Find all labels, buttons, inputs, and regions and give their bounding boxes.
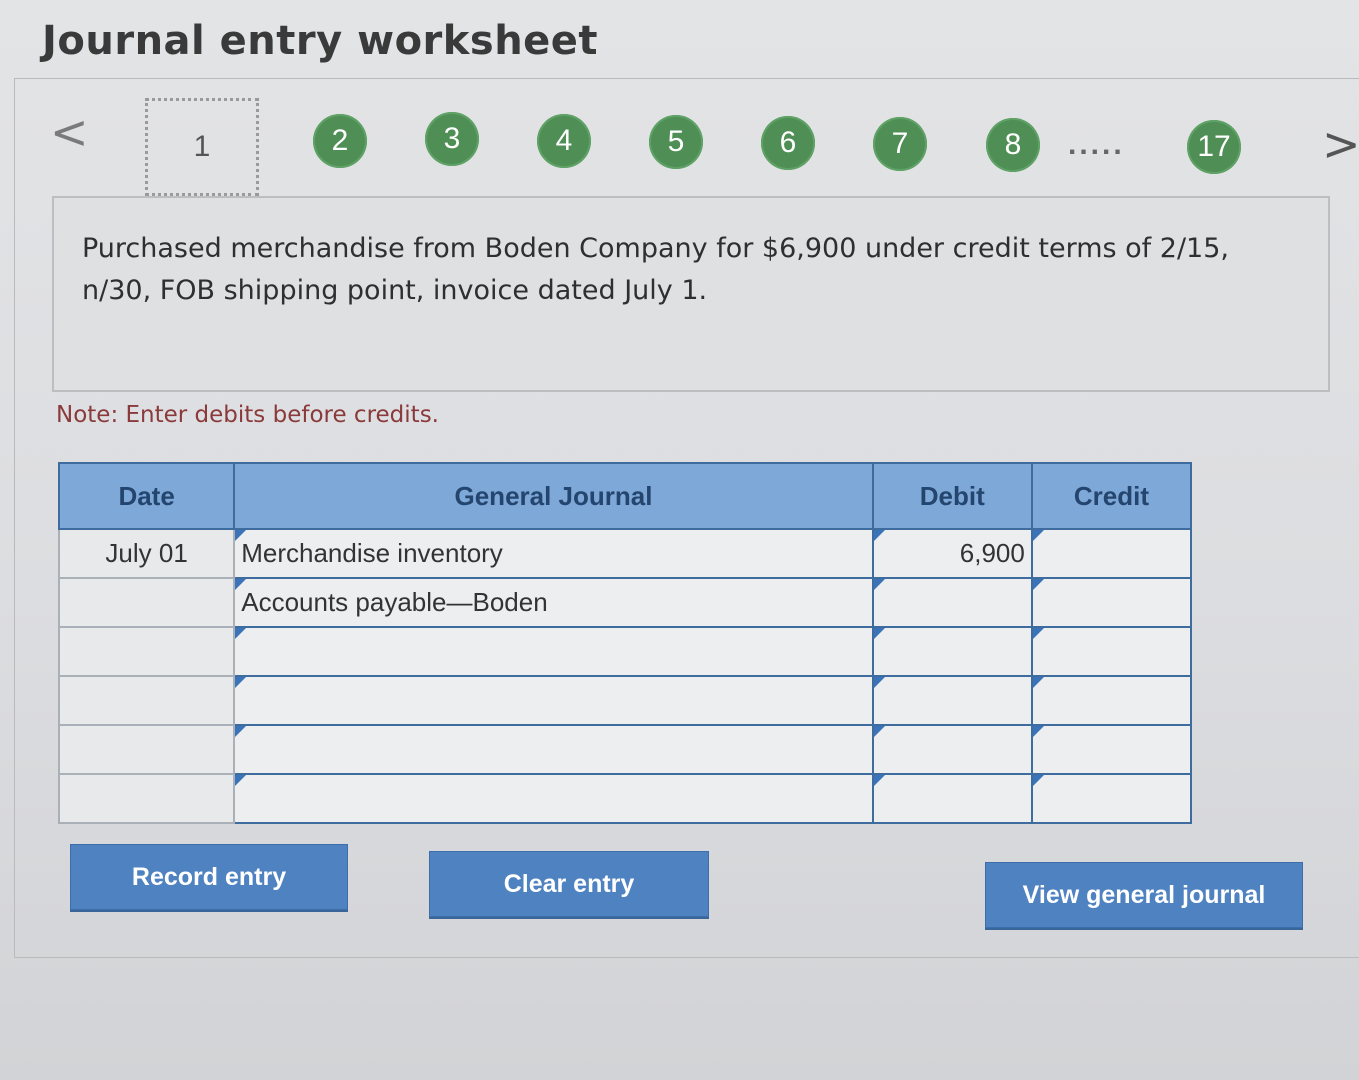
step-1-current[interactable]: 1 xyxy=(145,98,259,196)
table-row xyxy=(57,773,1193,824)
table-row xyxy=(57,626,1193,677)
account-cell[interactable] xyxy=(233,724,874,775)
credit-cell[interactable] xyxy=(1030,675,1193,726)
credit-cell[interactable] xyxy=(1030,577,1193,628)
header-credit: Credit xyxy=(1030,462,1193,530)
debit-cell[interactable] xyxy=(871,577,1033,628)
header-general-journal: General Journal xyxy=(233,462,874,530)
prev-arrow-icon[interactable]: < xyxy=(50,108,89,156)
debit-cell[interactable] xyxy=(871,675,1033,726)
account-cell[interactable]: Accounts payable—Boden xyxy=(233,577,874,628)
debit-cell[interactable]: 6,900 xyxy=(871,528,1033,579)
date-cell[interactable] xyxy=(57,724,236,775)
step-5[interactable]: 5 xyxy=(649,115,703,169)
step-4[interactable]: 4 xyxy=(537,114,591,168)
date-cell[interactable] xyxy=(57,577,236,628)
step-17[interactable]: 17 xyxy=(1187,120,1241,174)
date-cell[interactable] xyxy=(57,626,236,677)
account-cell[interactable] xyxy=(233,626,874,677)
clear-entry-button[interactable]: Clear entry xyxy=(429,851,709,917)
account-cell[interactable]: Merchandise inventory xyxy=(233,528,874,579)
note-text: Note: Enter debits before credits. xyxy=(56,402,439,428)
question-text: Purchased merchandise from Boden Company… xyxy=(82,233,1229,306)
account-cell[interactable] xyxy=(233,675,874,726)
date-cell[interactable] xyxy=(57,773,236,824)
header-debit: Debit xyxy=(871,462,1033,530)
account-cell[interactable] xyxy=(233,773,874,824)
next-arrow-icon[interactable]: > xyxy=(1322,120,1359,168)
date-cell[interactable] xyxy=(57,675,236,726)
debit-cell[interactable] xyxy=(871,626,1033,677)
credit-cell[interactable] xyxy=(1030,528,1193,579)
table-row xyxy=(57,724,1193,775)
question-box: Purchased merchandise from Boden Company… xyxy=(52,196,1330,392)
debit-cell[interactable] xyxy=(871,724,1033,775)
debit-cell[interactable] xyxy=(871,773,1033,824)
credit-cell[interactable] xyxy=(1030,773,1193,824)
step-2[interactable]: 2 xyxy=(313,114,367,168)
header-date: Date xyxy=(57,462,236,530)
step-6[interactable]: 6 xyxy=(761,116,815,170)
table-row: July 01 Merchandise inventory 6,900 xyxy=(57,528,1193,579)
step-3[interactable]: 3 xyxy=(425,112,479,166)
credit-cell[interactable] xyxy=(1030,626,1193,677)
journal-header-row: Date General Journal Debit Credit xyxy=(57,462,1193,530)
step-7[interactable]: 7 xyxy=(873,117,927,171)
step-8[interactable]: 8 xyxy=(986,118,1040,172)
record-entry-button[interactable]: Record entry xyxy=(70,844,348,910)
table-row: Accounts payable—Boden xyxy=(57,577,1193,628)
table-row xyxy=(57,675,1193,726)
date-cell[interactable]: July 01 xyxy=(57,528,236,579)
view-general-journal-button[interactable]: View general journal xyxy=(985,862,1303,928)
steps-ellipsis: ..... xyxy=(1068,128,1125,161)
journal-table: Date General Journal Debit Credit July 0… xyxy=(57,462,1193,824)
page-title: Journal entry worksheet xyxy=(42,18,599,64)
credit-cell[interactable] xyxy=(1030,724,1193,775)
